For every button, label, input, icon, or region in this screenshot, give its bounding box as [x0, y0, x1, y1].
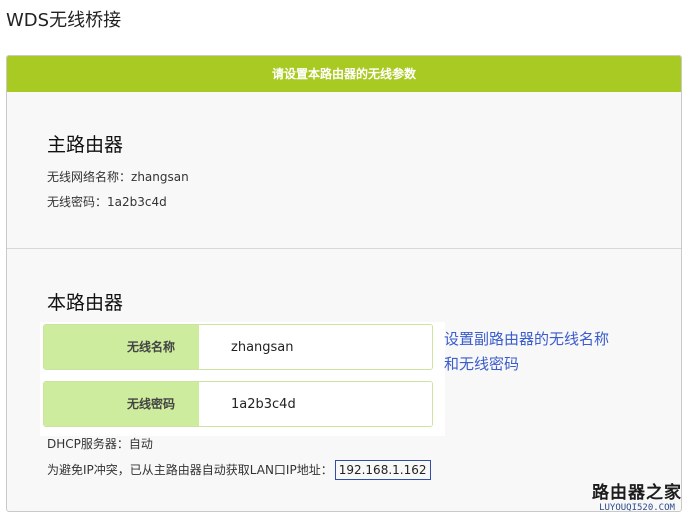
ssid-row: 无线名称 — [43, 324, 433, 370]
lan-ip-line: 为避免IP冲突，已从主路由器自动获取LAN口IP地址： 192.168.1.162 — [47, 460, 431, 480]
dhcp-status: DHCP服务器：自动 — [47, 435, 153, 452]
watermark-cn: 路由器之家 — [592, 483, 682, 503]
password-label: 无线密码 — [44, 382, 199, 426]
password-row: 无线密码 — [43, 381, 433, 427]
local-router-title: 本路由器 — [47, 292, 124, 314]
watermark-logo: 路由器之家 LUYOUQI520.COM — [588, 478, 686, 513]
main-ssid-value: zhangsan — [131, 170, 189, 184]
panel-header: 请设置本路由器的无线参数 — [7, 56, 681, 92]
wds-settings-panel: 请设置本路由器的无线参数 主路由器 无线网络名称：zhangsan 无线密码：1… — [6, 55, 682, 512]
wireless-form: 无线名称 无线密码 — [40, 322, 445, 436]
ip-label: 为避免IP冲突，已从主路由器自动获取LAN口IP地址： — [47, 463, 333, 477]
main-router-section: 主路由器 无线网络名称：zhangsan 无线密码：1a2b3c4d — [7, 92, 681, 249]
ssid-input[interactable] — [199, 325, 432, 369]
dhcp-label: DHCP服务器： — [47, 437, 129, 451]
ssid-label: 无线名称 — [44, 325, 199, 369]
password-input[interactable] — [199, 382, 432, 426]
dhcp-value: 自动 — [128, 437, 153, 451]
main-router-title: 主路由器 — [47, 134, 124, 156]
page-title: WDS无线桥接 — [6, 10, 122, 31]
main-ssid-label: 无线网络名称： — [47, 170, 132, 184]
watermark-en: LUYOUQI520.COM — [599, 503, 675, 513]
ip-value-box: 192.168.1.162 — [334, 460, 431, 480]
main-pwd-label: 无线密码： — [47, 195, 108, 209]
main-router-password: 无线密码：1a2b3c4d — [47, 193, 167, 210]
main-router-ssid: 无线网络名称：zhangsan — [47, 168, 189, 185]
main-pwd-value: 1a2b3c4d — [107, 195, 167, 209]
hint-text: 设置副路由器的无线名称和无线密码 — [444, 330, 610, 373]
